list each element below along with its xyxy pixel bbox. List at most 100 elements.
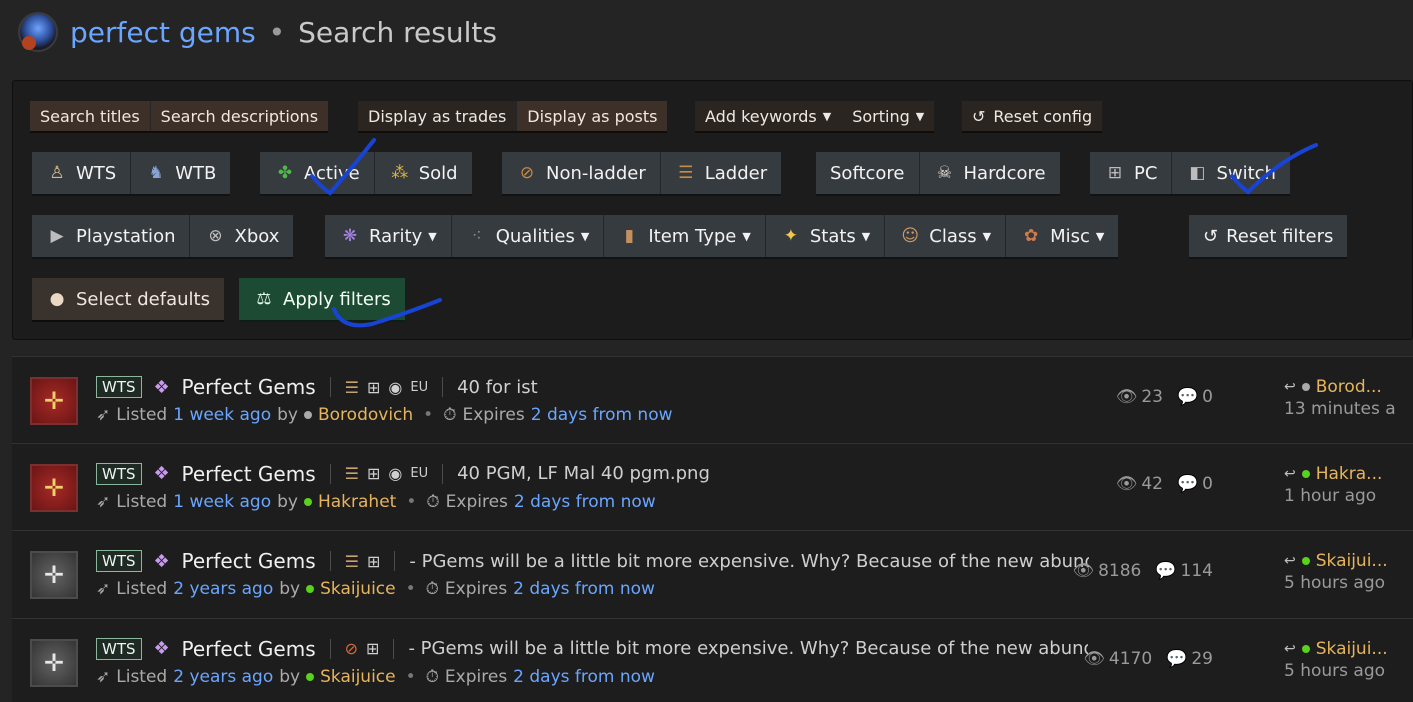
by-label: by <box>277 405 298 425</box>
ladder-crossed-icon: ⊘ <box>344 639 359 658</box>
ladder-button[interactable]: ☰ Ladder <box>660 152 782 194</box>
latest-reply[interactable]: ↩ Hakra... 1 hour ago <box>1284 464 1402 506</box>
expires-prefix: Expires <box>462 405 525 425</box>
list-item[interactable]: ✛ WTS ❖ Perfect Gems ☰ ⊞ ◉ EU 40 for ist… <box>12 356 1413 444</box>
divider <box>442 377 444 397</box>
qualities-dropdown[interactable]: ⁖ Qualities ▼ <box>451 215 605 257</box>
feather-icon: ➶ <box>96 491 111 512</box>
listed-time[interactable]: 1 week ago <box>173 492 271 512</box>
listing-title[interactable]: Perfect Gems <box>182 549 316 573</box>
class-dropdown[interactable]: ☺ Class ▼ <box>885 215 1007 257</box>
listed-time[interactable]: 1 week ago <box>173 405 271 425</box>
pc-label: PC <box>1134 162 1158 184</box>
latest-reply[interactable]: ↩ Skaijui... 5 hours ago <box>1284 551 1402 593</box>
listing-snippet: 40 PGM, LF Mal 40 pgm.png <box>457 463 710 484</box>
display-trades-button[interactable]: Display as trades <box>358 101 518 131</box>
rarity-dropdown[interactable]: ❋ Rarity ▼ <box>325 215 452 257</box>
status-group: ✤ Active ⁂ Sold <box>260 152 472 194</box>
cross-icon: ✛ <box>43 387 65 415</box>
reset-config-group: ↺ Reset config <box>962 101 1103 131</box>
listing-title[interactable]: Perfect Gems <box>182 462 316 486</box>
latest-user[interactable]: Hakra... <box>1316 464 1383 484</box>
switch-button[interactable]: ◧ Switch <box>1172 152 1290 194</box>
hardcore-button[interactable]: ☠ Hardcore <box>919 152 1060 194</box>
globe-icon: ◉ <box>388 377 403 397</box>
defaults-group: ● Select defaults <box>32 278 224 320</box>
listing-title[interactable]: Perfect Gems <box>182 375 316 399</box>
timer-icon: ⏱ <box>443 405 457 425</box>
display-posts-button[interactable]: Display as posts <box>517 101 668 131</box>
active-button[interactable]: ✤ Active <box>260 152 375 194</box>
item-thumbnail: ✛ <box>30 463 78 512</box>
platform-console-group: ▶ Playstation ⊗ Xbox <box>32 215 294 257</box>
switch-label: Switch <box>1216 162 1276 184</box>
reset-config-button[interactable]: ↺ Reset config <box>962 101 1103 131</box>
trade-badge: WTS <box>96 637 142 660</box>
sorting-button[interactable]: Sorting ▼ <box>842 101 935 131</box>
trade-type-group: ♙ WTS ♞ WTB <box>32 152 231 194</box>
caret-down-icon: ▼ <box>861 229 871 243</box>
pc-button[interactable]: ⊞ PC <box>1090 152 1173 194</box>
xbox-button[interactable]: ⊗ Xbox <box>190 215 294 257</box>
comments-value: 114 <box>1180 561 1213 581</box>
expires-prefix: Expires <box>445 491 508 512</box>
list-item[interactable]: ✛ WTS ❖ Perfect Gems ☰ ⊞ - PGems will be… <box>12 531 1413 619</box>
select-defaults-button[interactable]: ● Select defaults <box>32 278 224 320</box>
author-link[interactable]: Skaijuice <box>320 667 396 687</box>
author-link[interactable]: Hakrahet <box>318 492 396 512</box>
site-logo[interactable] <box>18 12 58 52</box>
title-separator: • <box>268 15 286 49</box>
by-label: by <box>279 579 301 599</box>
latest-user[interactable]: Skaijui... <box>1316 551 1388 571</box>
item-type-dropdown[interactable]: ▮ Item Type ▼ <box>604 215 766 257</box>
add-keywords-button[interactable]: Add keywords ▼ <box>695 101 843 131</box>
caret-down-icon: ▼ <box>742 229 751 243</box>
by-label: by <box>277 491 298 512</box>
latest-time: 5 hours ago <box>1284 573 1386 593</box>
sparkles-icon: ✦ <box>783 226 798 246</box>
latest-user[interactable]: Skaijui... <box>1316 639 1388 659</box>
non-ladder-button[interactable]: ⊘ Non-ladder <box>502 152 661 194</box>
feather-icon: ➶ <box>96 405 111 425</box>
latest-reply[interactable]: ↩ Borod... 13 minutes a <box>1284 377 1402 419</box>
misc-dropdown[interactable]: ✿ Misc ▼ <box>1006 215 1119 257</box>
bullet-separator: • <box>423 405 434 425</box>
cross-icon: ✛ <box>43 648 65 677</box>
page-header: perfect gems • Search results <box>18 8 497 56</box>
listing-title[interactable]: Perfect Gems <box>182 637 316 661</box>
caret-down-icon: ▼ <box>428 229 437 243</box>
row-meta-line: ➶ Listed 1 week ago by Hakrahet • ⏱ Expi… <box>96 492 656 512</box>
list-item[interactable]: ✛ WTS ❖ Perfect Gems ☰ ⊞ ◉ EU 40 PGM, LF… <box>12 443 1413 531</box>
stats-label: Stats <box>809 225 856 247</box>
row-meta-line: ➶ Listed 1 week ago by Borodovich • ⏱ Ex… <box>96 405 673 425</box>
item-type-label: Item Type <box>648 225 737 247</box>
author-link[interactable]: Skaijuice <box>320 579 396 599</box>
reset-filters-button[interactable]: ↺ Reset filters <box>1189 215 1348 257</box>
latest-time: 1 hour ago <box>1284 485 1377 506</box>
stats-dropdown[interactable]: ✦ Stats ▼ <box>765 215 886 257</box>
views-count: 👁 8186 <box>1073 561 1142 581</box>
divider <box>329 377 331 397</box>
caret-down-icon: ▼ <box>580 229 590 243</box>
playstation-button[interactable]: ▶ Playstation <box>32 215 191 257</box>
search-titles-button[interactable]: Search titles <box>30 101 151 131</box>
latest-reply[interactable]: ↩ Skaijui... 5 hours ago <box>1284 639 1402 681</box>
sold-button[interactable]: ⁂ Sold <box>374 152 472 194</box>
search-descriptions-button[interactable]: Search descriptions <box>150 101 329 131</box>
listed-time[interactable]: 2 years ago <box>173 667 273 687</box>
undo-icon: ↺ <box>972 106 986 126</box>
listed-time[interactable]: 2 years ago <box>173 579 273 599</box>
reset-filters-group: ↺ Reset filters <box>1189 215 1348 257</box>
wts-button[interactable]: ♙ WTS <box>32 152 132 194</box>
softcore-button[interactable]: Softcore <box>816 152 920 194</box>
author-link[interactable]: Borodovich <box>318 405 413 425</box>
list-item[interactable]: ✛ WTS ❖ Perfect Gems ⊘ ⊞ - PGems will be… <box>12 618 1413 702</box>
wtb-button[interactable]: ♞ WTB <box>131 152 231 194</box>
latest-user[interactable]: Borod... <box>1316 377 1382 397</box>
gems-icon: ❖ <box>153 638 170 659</box>
search-query-link[interactable]: perfect gems <box>70 16 256 49</box>
eye-icon: 👁 <box>1115 387 1138 407</box>
apply-filters-button[interactable]: ⚖ Apply filters <box>239 278 405 320</box>
expires-prefix: Expires <box>444 579 508 599</box>
comments-value: 0 <box>1202 473 1213 494</box>
